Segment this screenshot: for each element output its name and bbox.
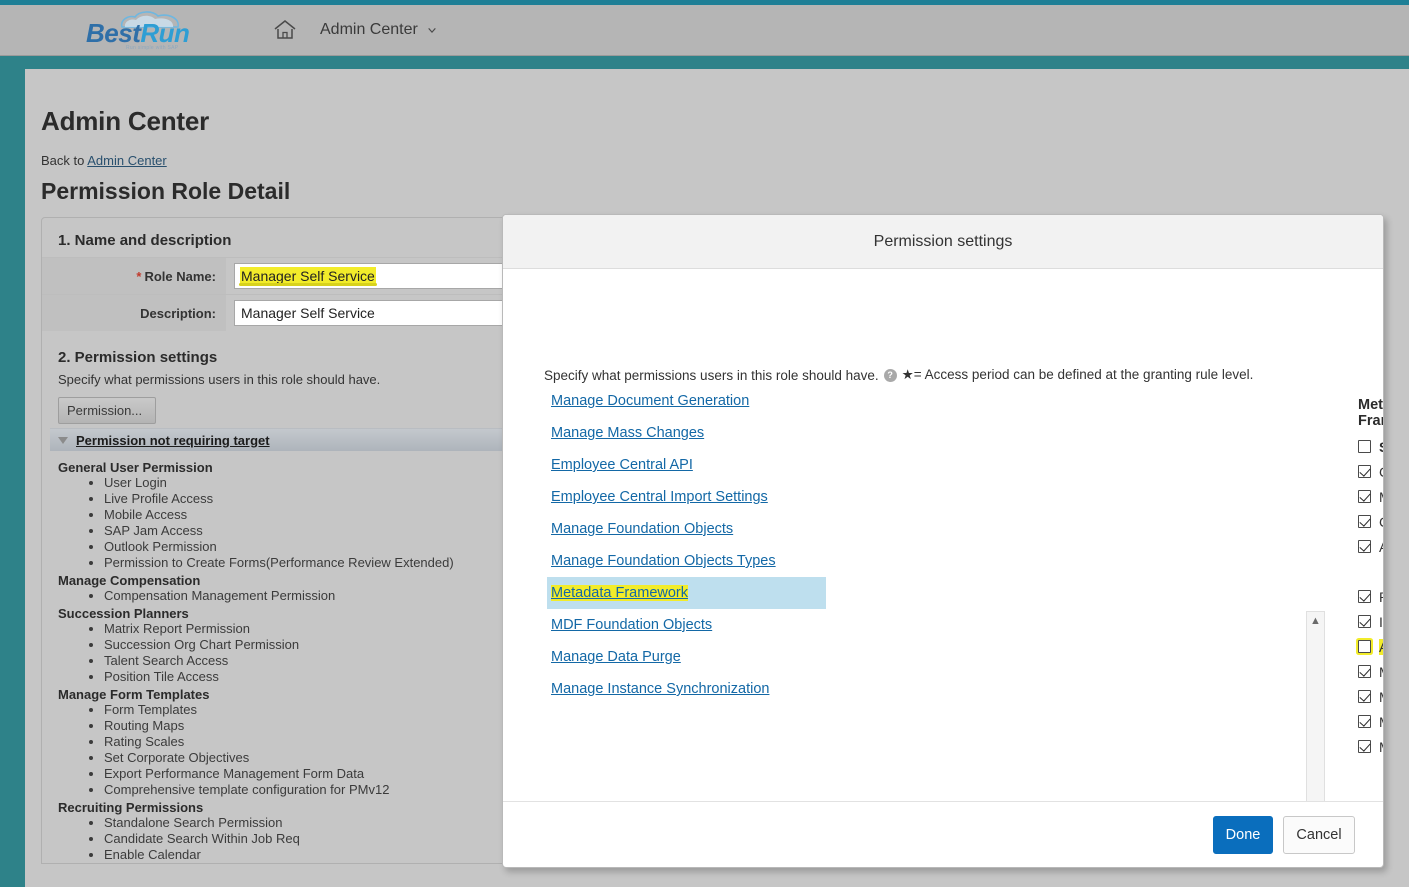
nav-module-selector[interactable]: Admin Center — [320, 21, 437, 39]
checkbox-checked-icon[interactable] — [1358, 590, 1371, 603]
category-link[interactable]: Manage Instance Synchronization — [551, 681, 769, 697]
collapse-triangle-icon — [58, 436, 68, 444]
category-link-item[interactable]: Manage Foundation Objects — [547, 513, 826, 545]
home-icon[interactable] — [272, 17, 298, 43]
permission-checkbox-row[interactable]: Select All — [1358, 434, 1383, 459]
permission-button[interactable]: Permission... — [58, 397, 156, 424]
checkbox-label: Manage Positions — [1379, 689, 1383, 705]
category-link-item[interactable]: Manage Mass Changes — [547, 417, 826, 449]
dialog-body: Specify what permissions users in this r… — [503, 269, 1383, 801]
dialog-footer: Done Cancel — [503, 801, 1383, 867]
permission-category-list[interactable]: Manage Document Generation Manage Mass Ch… — [547, 385, 826, 733]
description-label: Description: — [42, 295, 226, 331]
checkbox-label: Configure Object Definitions — [1379, 464, 1383, 480]
cancel-button[interactable]: Cancel — [1283, 815, 1355, 854]
scroll-up-arrow-icon[interactable]: ▲ — [1307, 612, 1324, 629]
category-link[interactable]: Metadata Framework — [551, 585, 688, 601]
dialog-intro: Specify what permissions users in this r… — [544, 367, 1253, 383]
star-legend: ★= Access period can be defined at the g… — [901, 367, 1254, 382]
checkbox-checked-icon[interactable] — [1358, 665, 1371, 678]
category-link-item[interactable]: Manage Instance Synchronization — [547, 673, 826, 705]
checkbox-label: Select All — [1379, 439, 1383, 455]
checkbox-label: Configure Business Rules — [1379, 514, 1383, 530]
bestrun-logo: BestRun Run simple with SAP — [82, 9, 192, 51]
category-heading: Metadata Framework — [1358, 397, 1383, 429]
category-list-scrollbar[interactable]: ▲ ▼ — [1306, 611, 1325, 801]
dialog-intro-text: Specify what permissions users in this r… — [544, 367, 879, 383]
checkbox-checked-icon[interactable] — [1358, 465, 1371, 478]
checkbox-label: Manage Mass Changes for Metadata Objects — [1379, 714, 1383, 730]
permission-checkbox-row[interactable]: Manage Data — [1358, 484, 1383, 509]
permission-checkbox-list: Select All Configure Object Definitions Ma… — [1358, 434, 1383, 759]
nav-module-label: Admin Center — [320, 21, 418, 38]
logo-tagline: Run simple with SAP — [126, 45, 179, 51]
category-link[interactable]: Manage Document Generation — [551, 393, 749, 409]
category-link[interactable]: Manage Foundation Objects Types — [551, 553, 776, 569]
checkbox-label: Read/Write Permission on Metadata Framew… — [1379, 589, 1383, 605]
help-icon[interactable]: ? — [883, 368, 897, 382]
dialog-title: Permission settings — [873, 232, 1013, 250]
category-link[interactable]: Manage Mass Changes — [551, 425, 704, 441]
required-marker: * — [136, 268, 142, 284]
checkbox-label: Manage Sequence — [1379, 739, 1383, 755]
permission-checkbox-row[interactable]: Manage Mass Changes for Metadata Objects — [1358, 709, 1383, 734]
category-link[interactable]: MDF Foundation Objects — [551, 617, 712, 633]
top-navigation-bar: BestRun Run simple with SAP Admin Center — [0, 5, 1409, 56]
permission-checkbox-row[interactable]: Admin access to MDF OData API — [1358, 634, 1383, 659]
role-name-label: * Role Name: — [42, 258, 226, 294]
category-link[interactable]: Employee Central API — [551, 457, 693, 473]
checkbox-unchecked-icon[interactable] — [1358, 640, 1371, 653]
permission-bar-label: Permission not requiring target — [76, 432, 270, 448]
checkbox-checked-icon[interactable] — [1358, 540, 1371, 553]
nested-checkbox-row[interactable]: ConfigureIncluding downloading the log — [1358, 559, 1383, 584]
description-value: Manager Self Service — [241, 305, 375, 321]
permission-checkbox-row[interactable]: Manage Sequence — [1358, 734, 1383, 759]
page-title: Admin Center — [41, 106, 210, 136]
category-link[interactable]: Manage Data Purge — [551, 649, 681, 665]
role-name-label-text: Role Name: — [144, 268, 216, 284]
category-link-item[interactable]: Metadata Framework — [547, 577, 826, 609]
done-button[interactable]: Done — [1213, 815, 1273, 854]
checkbox-checked-icon[interactable] — [1358, 715, 1371, 728]
breadcrumb-prefix: Back to — [41, 153, 85, 168]
permission-checkbox-row[interactable]: Configure Object Definitions — [1358, 459, 1383, 484]
breadcrumb-link-admin-center[interactable]: Admin Center — [87, 153, 166, 168]
category-link-item[interactable]: Employee Central Import Settings — [547, 481, 826, 513]
checkbox-checked-icon[interactable] — [1358, 515, 1371, 528]
category-link-item[interactable]: Employee Central API — [547, 449, 826, 481]
checkbox-label: Manage Configuration UI — [1379, 664, 1383, 680]
checkbox-checked-icon[interactable] — [1358, 615, 1371, 628]
logo-best: Best — [86, 18, 141, 48]
logo-run: Run — [140, 18, 190, 48]
checkbox-checked-icon[interactable] — [1358, 740, 1371, 753]
permission-checkbox-row[interactable]: Read/Write Permission on Metadata Framew… — [1358, 584, 1383, 609]
permission-checkbox-row[interactable]: Import Permission on Metadata Framework — [1358, 609, 1383, 634]
permission-checkbox-row[interactable]: Configure Business Rules — [1358, 509, 1383, 534]
category-link-item[interactable]: Manage Data Purge — [547, 641, 826, 673]
category-link-item[interactable]: MDF Foundation Objects — [547, 609, 826, 641]
role-name-value: Manager Self Service — [239, 268, 377, 286]
checkbox-unchecked-icon[interactable] — [1358, 440, 1371, 453]
permission-checkbox-row[interactable]: Manage Positions — [1358, 684, 1383, 709]
permission-checkbox-row[interactable]: Access to Business Rule Execution Log — [1358, 534, 1383, 559]
checkbox-label: Admin access to MDF OData API — [1379, 638, 1383, 655]
checkbox-checked-icon[interactable] — [1358, 490, 1371, 503]
dialog-header: Permission settings — [503, 215, 1383, 269]
permission-checkbox-row[interactable]: Manage Configuration UI — [1358, 659, 1383, 684]
permission-settings-dialog: Permission settings Specify what permiss… — [502, 214, 1384, 868]
breadcrumb: Back to Admin Center — [41, 153, 1409, 168]
checkbox-label: Manage Data — [1379, 489, 1383, 505]
category-link-item[interactable]: Manage Foundation Objects Types — [547, 545, 826, 577]
home-glyph — [274, 20, 296, 39]
category-link[interactable]: Manage Foundation Objects — [551, 521, 733, 537]
checkbox-label: Import Permission on Metadata Framework — [1379, 613, 1383, 630]
category-link[interactable]: Employee Central Import Settings — [551, 489, 768, 505]
section-title: Permission Role Detail — [41, 178, 291, 204]
checkbox-checked-icon[interactable] — [1358, 690, 1371, 703]
checkbox-label: Access to Business Rule Execution Log — [1379, 539, 1383, 555]
chevron-down-icon — [428, 27, 436, 33]
category-link-item[interactable]: Manage Document Generation — [547, 385, 826, 417]
description-label-text: Description: — [140, 305, 216, 321]
